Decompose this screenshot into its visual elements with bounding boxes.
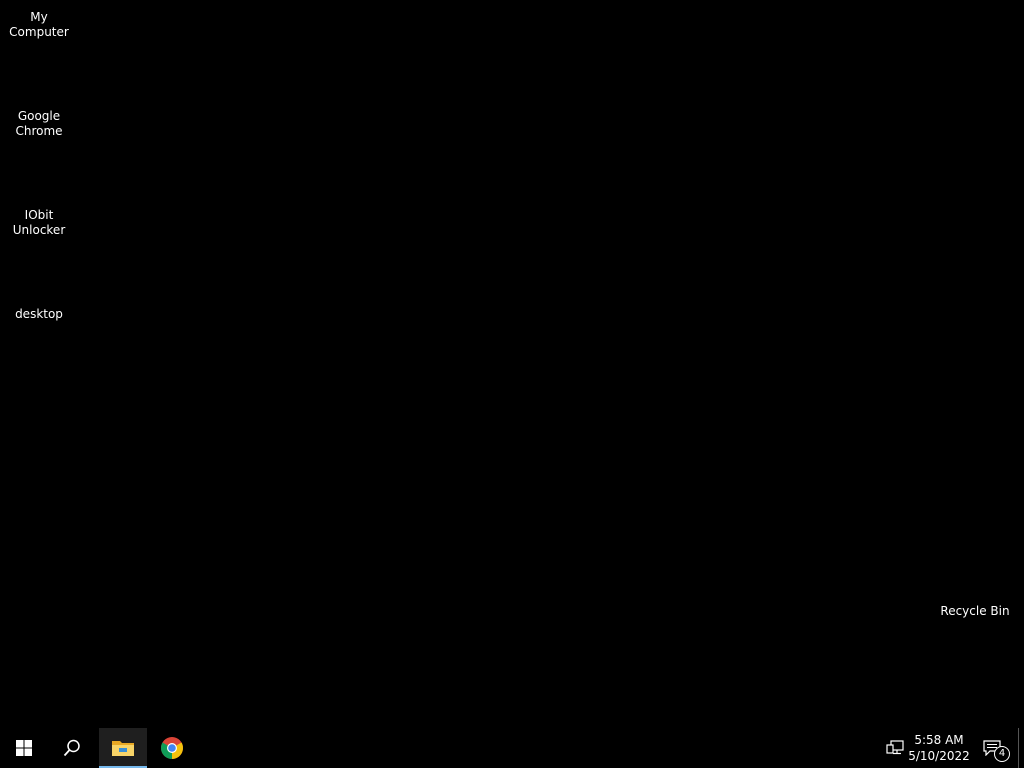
- desktop-icon-desktop-folder[interactable]: desktop: [0, 307, 78, 322]
- action-center-button[interactable]: 4: [980, 728, 1010, 768]
- desktop-icon-label: desktop: [15, 307, 63, 321]
- taskbar-clock[interactable]: 5:58 AM 5/10/2022: [904, 728, 974, 768]
- taskbar: 5:58 AM 5/10/2022 4: [0, 728, 1024, 768]
- network-icon: [886, 740, 904, 755]
- search-button[interactable]: [48, 728, 96, 768]
- windows-logo-icon: [16, 740, 32, 756]
- desktop-icon-label: My Computer: [9, 10, 69, 39]
- search-icon: [63, 739, 80, 757]
- desktop-area[interactable]: My Computer Google Chrome IObit Unlocker…: [0, 0, 1024, 728]
- start-button[interactable]: [0, 728, 48, 768]
- show-desktop-button[interactable]: [1018, 728, 1024, 768]
- chrome-icon: [161, 737, 183, 759]
- desktop-icon-label: Google Chrome: [15, 109, 63, 138]
- desktop-icon-my-computer[interactable]: My Computer: [0, 10, 78, 40]
- notification-count-badge: 4: [994, 746, 1010, 762]
- desktop-icon-recycle-bin[interactable]: Recycle Bin: [936, 604, 1014, 619]
- clock-time: 5:58 AM: [914, 733, 964, 747]
- folder-icon: [112, 741, 134, 756]
- taskbar-app-file-explorer[interactable]: [99, 728, 147, 768]
- desktop-icon-label: Recycle Bin: [940, 604, 1010, 618]
- desktop-icon-iobit-unlocker[interactable]: IObit Unlocker: [0, 208, 78, 238]
- taskbar-app-google-chrome[interactable]: [148, 728, 196, 768]
- desktop-icon-label: IObit Unlocker: [12, 208, 66, 237]
- desktop-icon-google-chrome[interactable]: Google Chrome: [0, 109, 78, 139]
- clock-date: 5/10/2022: [908, 749, 970, 763]
